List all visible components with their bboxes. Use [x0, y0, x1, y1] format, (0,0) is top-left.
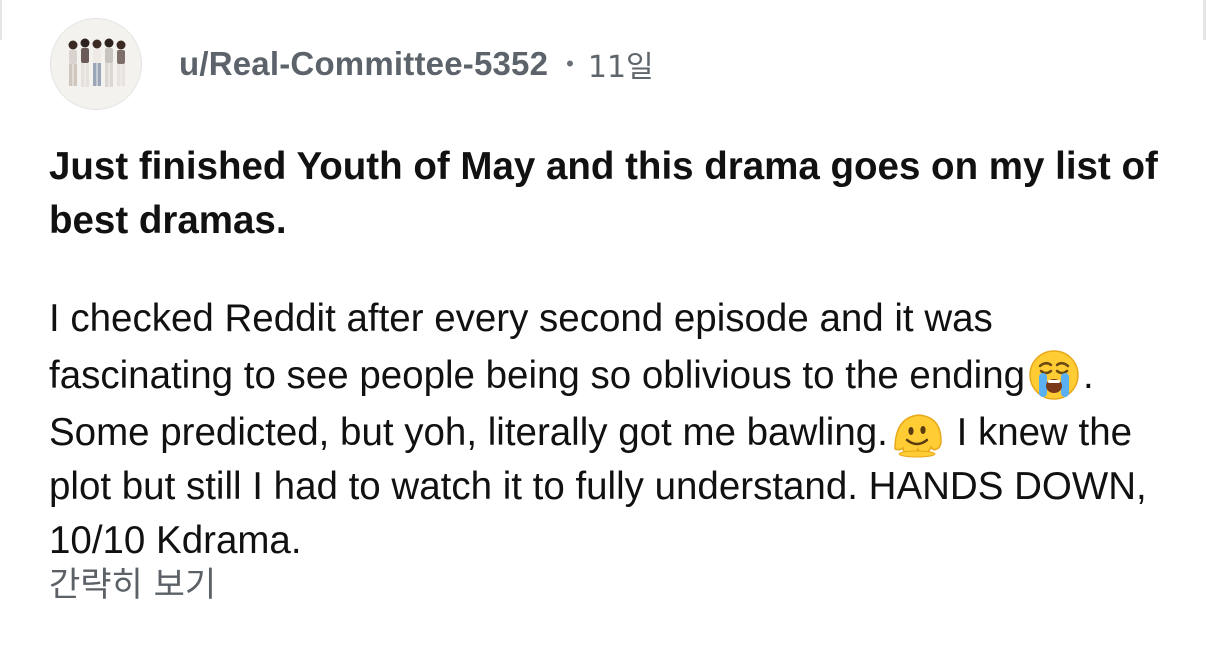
- post-header: u/Real-Committee-5352 • 11일: [50, 16, 654, 112]
- post-card: u/Real-Committee-5352 • 11일 Just finishe…: [0, 0, 1206, 648]
- card-border-left: [0, 0, 2, 40]
- loudly-crying-face-icon: [1026, 346, 1082, 402]
- post-meta: u/Real-Committee-5352 • 11일: [179, 16, 654, 112]
- melting-face-icon: [889, 403, 945, 459]
- meta-separator: •: [566, 51, 574, 76]
- user-avatar[interactable]: [50, 18, 142, 110]
- post-age: 11일: [587, 50, 654, 85]
- author-username[interactable]: u/Real-Committee-5352: [179, 45, 548, 83]
- see-less-link[interactable]: 간략히 보기: [49, 560, 216, 610]
- body-text-segment: I checked Reddit after every second epis…: [49, 297, 1026, 397]
- post-title: Just finished Youth of May and this dram…: [49, 145, 1158, 242]
- post-body: I checked Reddit after every second epis…: [49, 292, 1179, 568]
